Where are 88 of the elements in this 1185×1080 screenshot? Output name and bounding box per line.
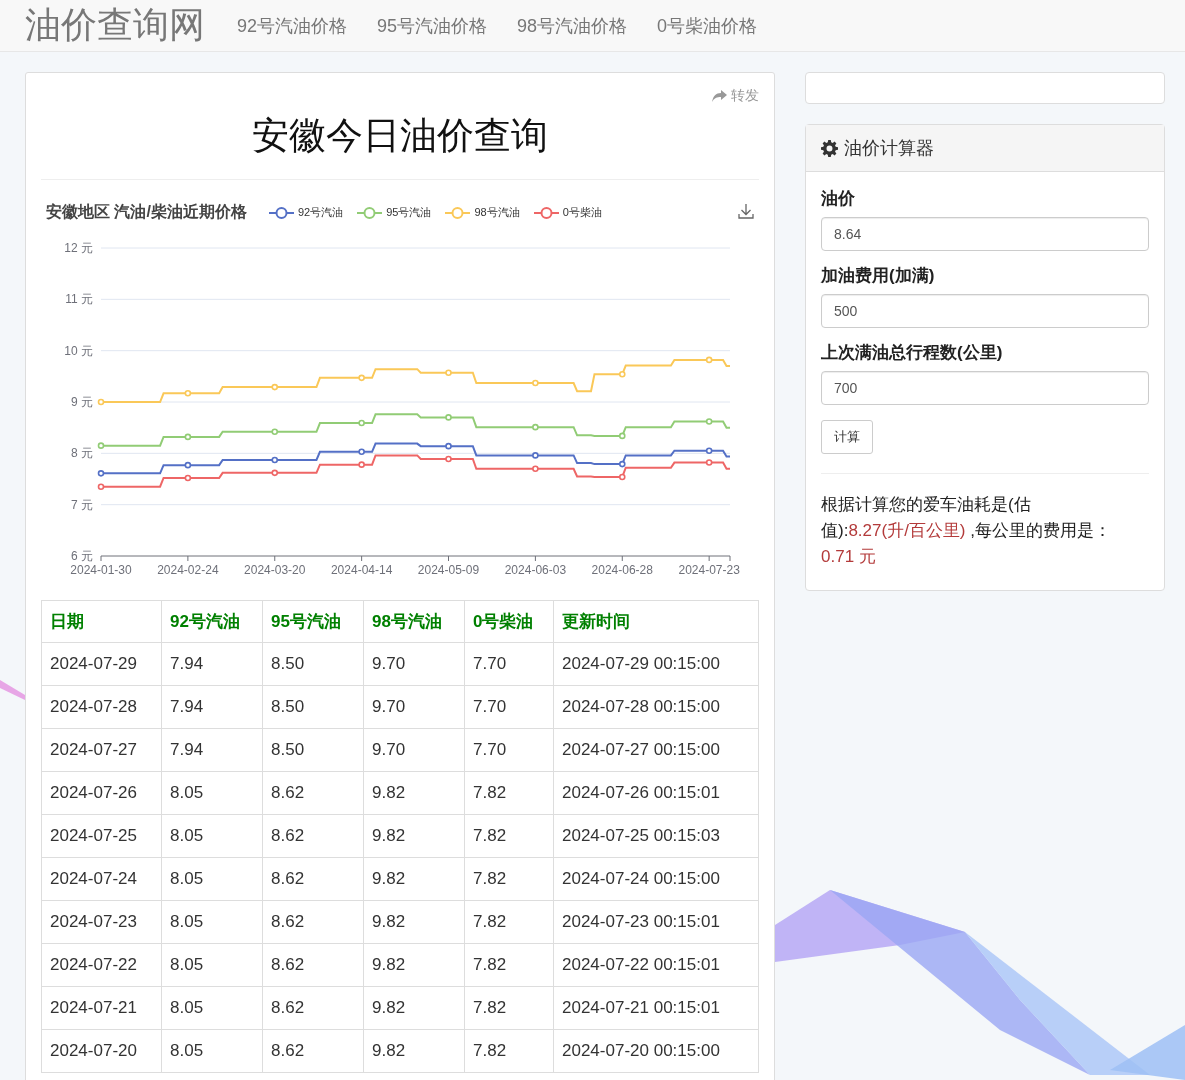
- axis-label: 2024-01-30: [70, 563, 132, 577]
- field-label: 加油费用(加满): [821, 265, 936, 287]
- table-cell: 7.70: [464, 728, 554, 772]
- table-cell: 2024-07-29: [41, 642, 162, 686]
- table-cell: 7.82: [464, 900, 554, 944]
- table-cell: 9.82: [363, 771, 465, 815]
- axis-label: 2024-07-23: [678, 563, 740, 577]
- table-cell: 7.94: [161, 728, 263, 772]
- table-cell: 2024-07-23 00:15:01: [553, 900, 759, 944]
- page-title: 安徽今日油价查询: [251, 114, 549, 158]
- table-cell: 2024-07-21 00:15:01: [553, 986, 759, 1030]
- column-header: 0号柴油: [464, 600, 554, 643]
- table-cell: 2024-07-28: [41, 685, 162, 729]
- table-cell: 2024-07-26 00:15:01: [553, 771, 759, 815]
- axis-label: 11 元: [65, 292, 93, 307]
- table-cell: 8.05: [161, 1029, 263, 1073]
- table-cell: 7.82: [464, 857, 554, 901]
- table-cell: 2024-07-21: [41, 986, 162, 1030]
- table-cell: 8.62: [262, 814, 364, 858]
- table-cell: 7.82: [464, 943, 554, 987]
- panel-title: 油价计算器: [844, 137, 934, 160]
- table-cell: 8.50: [262, 728, 364, 772]
- table-cell: 2024-07-20: [41, 1029, 162, 1073]
- table-cell: 2024-07-26: [41, 771, 162, 815]
- table-cell: 9.70: [363, 642, 465, 686]
- table-cell: 9.82: [363, 943, 465, 987]
- table-cell: 2024-07-25 00:15:03: [553, 814, 759, 858]
- table-cell: 9.82: [363, 900, 465, 944]
- table-cell: 8.62: [262, 771, 364, 815]
- axis-label: 2024-06-28: [591, 563, 653, 577]
- axis-label: 2024-04-14: [330, 563, 393, 577]
- axis-label: 2024-06-03: [504, 563, 567, 577]
- table-cell: 8.05: [161, 986, 263, 1030]
- table-cell: 8.05: [161, 943, 263, 987]
- table-cell: 9.82: [363, 1029, 465, 1073]
- column-header: 92号汽油: [161, 600, 263, 643]
- column-header: 更新时间: [553, 600, 759, 643]
- table-cell: 8.62: [262, 986, 364, 1030]
- table-cell: 2024-07-28 00:15:00: [553, 685, 759, 729]
- table-cell: 2024-07-24: [41, 857, 162, 901]
- table-cell: 2024-07-25: [41, 814, 162, 858]
- column-header: 98号汽油: [363, 600, 465, 643]
- table-cell: 2024-07-24 00:15:00: [553, 857, 759, 901]
- table-cell: 8.50: [262, 685, 364, 729]
- table-cell: 2024-07-22 00:15:01: [553, 943, 759, 987]
- table-cell: 7.82: [464, 814, 554, 858]
- table-cell: 8.05: [161, 900, 263, 944]
- table-cell: 2024-07-27: [41, 728, 162, 772]
- table-cell: 8.62: [262, 900, 364, 944]
- column-header: 95号汽油: [262, 600, 364, 643]
- table-cell: 7.70: [464, 685, 554, 729]
- axis-label: 9 元: [71, 395, 93, 409]
- field-label: 上次满油总行程数(公里): [821, 342, 1004, 364]
- table-cell: 9.82: [363, 814, 465, 858]
- table-cell: 2024-07-27 00:15:00: [553, 728, 759, 772]
- field-label: 油价: [821, 188, 856, 210]
- table-cell: 7.82: [464, 771, 554, 815]
- table-cell: 2024-07-23: [41, 900, 162, 944]
- axis-label: 12 元: [64, 241, 93, 255]
- table-cell: 8.05: [161, 857, 263, 901]
- table-cell: 2024-07-20 00:15:00: [553, 1029, 759, 1073]
- table-cell: 2024-07-29 00:15:00: [553, 642, 759, 686]
- axis-label: 2024-05-09: [417, 563, 480, 577]
- axis-label: 6 元: [71, 549, 93, 563]
- axis-label: 2024-02-24: [157, 563, 219, 577]
- table-cell: 7.94: [161, 642, 263, 686]
- table-cell: 2024-07-22: [41, 943, 162, 987]
- table-cell: 8.05: [161, 771, 263, 815]
- table-cell: 7.94: [161, 685, 263, 729]
- table-cell: 9.70: [363, 728, 465, 772]
- table-cell: 7.82: [464, 986, 554, 1030]
- axis-label: 2024-03-20: [244, 563, 306, 577]
- table-cell: 8.50: [262, 642, 364, 686]
- table-cell: 7.70: [464, 642, 554, 686]
- table-cell: 8.62: [262, 857, 364, 901]
- table-cell: 8.62: [262, 943, 364, 987]
- table-cell: 7.82: [464, 1029, 554, 1073]
- table-cell: 9.70: [363, 685, 465, 729]
- table-cell: 9.82: [363, 986, 465, 1030]
- axis-label: 8 元: [71, 446, 93, 461]
- chart-title: 安徽地区 汽油/柴油近期价格: [46, 202, 247, 222]
- table-cell: 8.05: [161, 814, 263, 858]
- result-text: 根据计算您的爱车油耗是(估值):8.27(升/百公里) ,每公里的费用是： 0.71 元: [821, 494, 1112, 568]
- table-cell: 9.82: [363, 857, 465, 901]
- column-header: 日期: [41, 600, 162, 643]
- table-cell: 8.62: [262, 1029, 364, 1073]
- axis-label: 10 元: [64, 343, 93, 358]
- axis-label: 7 元: [71, 497, 93, 512]
